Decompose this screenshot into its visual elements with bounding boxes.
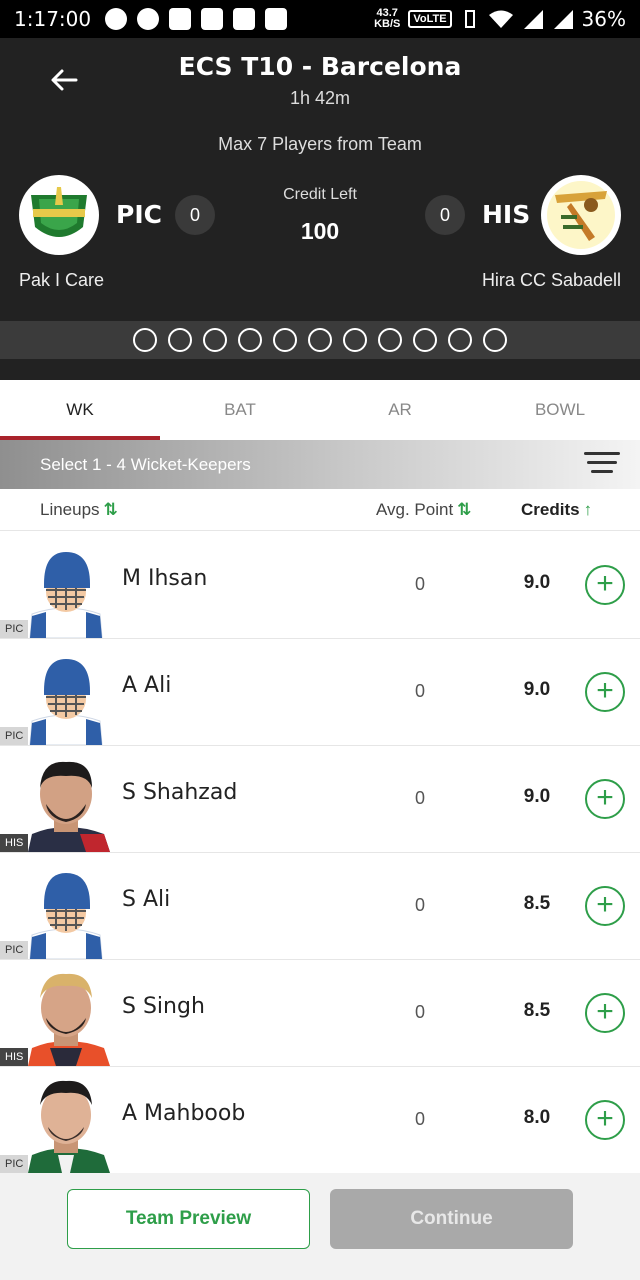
time-left: 1h 42m: [289, 88, 351, 108]
progress-dot: [203, 328, 227, 352]
gallery-icon: [233, 8, 256, 30]
shield-icon: [169, 8, 192, 30]
team-tag: PIC: [0, 1155, 29, 1173]
player-credits: 9.0: [523, 572, 551, 593]
team-right-name: Hira CC Sabadell: [481, 270, 621, 290]
progress-dot: [448, 328, 472, 352]
player-row[interactable]: PIC A Mahboob 0 8.0 +: [0, 1067, 640, 1174]
role-tabs: WK BAT AR BOWL: [0, 380, 640, 440]
match-header: ECS T10 - Barcelona 1h 42m Max 7 Players…: [0, 38, 640, 321]
sort-lineups[interactable]: Lineups ⇅: [40, 500, 118, 520]
player-name: M Ihsan: [122, 566, 208, 591]
tab-bat[interactable]: BAT: [160, 380, 320, 440]
team-tag: HIS: [0, 834, 29, 852]
sort-avg-point[interactable]: Avg. Point ⇅: [376, 500, 471, 520]
add-player-button[interactable]: +: [585, 886, 625, 926]
continue-button[interactable]: Continue: [330, 1189, 573, 1249]
team-tag: HIS: [0, 1048, 29, 1066]
player-row[interactable]: HIS S Shahzad 0 9.0 +: [0, 746, 640, 853]
player-name: A Mahboob: [122, 1101, 246, 1126]
selection-progress: [0, 321, 640, 359]
team-right-count: 0: [425, 195, 465, 235]
wifi-icon: [488, 10, 513, 28]
sort-toggle-icon: ⇅: [457, 500, 472, 519]
progress-dot: [413, 328, 437, 352]
player-row[interactable]: PIC M Ihsan 0 9.0 +: [0, 532, 640, 639]
add-player-button[interactable]: +: [585, 779, 625, 819]
progress-dot: [273, 328, 297, 352]
player-row[interactable]: PIC A Ali 0 9.0 +: [0, 639, 640, 746]
progress-dot: [238, 328, 262, 352]
player-row[interactable]: PIC S Ali 0 8.5 +: [0, 853, 640, 960]
progress-dot: [168, 328, 192, 352]
team-preview-button[interactable]: Team Preview: [67, 1189, 310, 1249]
player-credits: 9.0: [523, 786, 551, 807]
add-player-button[interactable]: +: [585, 672, 625, 712]
player-credits: 8.5: [523, 1000, 551, 1021]
player-avatar: HIS: [0, 968, 112, 1066]
player-avatar: PIC: [0, 1075, 112, 1173]
player-avg-point: 0: [414, 895, 425, 915]
team-left-name: Pak I Care: [19, 270, 105, 290]
bottom-action-bar: Team Preview Continue: [0, 1173, 640, 1280]
selection-hint: Select 1 - 4 Wicket-Keepers: [40, 455, 251, 474]
sort-credits[interactable]: Credits ↑: [521, 500, 592, 520]
tab-wk[interactable]: WK: [0, 380, 160, 440]
player-name: S Ali: [122, 887, 171, 912]
battery-level: 36%: [581, 7, 626, 31]
player-name: S Singh: [122, 994, 205, 1019]
player-avatar: PIC: [0, 647, 112, 745]
signal-icon: [523, 10, 543, 29]
player-avg-point: 0: [414, 681, 425, 701]
player-avatar: PIC: [0, 540, 112, 638]
add-player-button[interactable]: +: [585, 993, 625, 1033]
match-title: ECS T10 - Barcelona: [178, 52, 462, 81]
filter-icon[interactable]: [584, 452, 620, 478]
progress-dot: [308, 328, 332, 352]
player-credits: 9.0: [523, 679, 551, 700]
player-avg-point: 0: [414, 1109, 425, 1129]
status-time: 1:17:00: [14, 7, 92, 31]
progress-dot: [483, 328, 507, 352]
app-f-icon: [137, 8, 160, 30]
sort-toggle-icon: ⇅: [103, 500, 118, 519]
progress-dot: [343, 328, 367, 352]
add-player-button[interactable]: +: [585, 565, 625, 605]
team-right-logo: [541, 175, 621, 255]
network-speed: 43.7 KB/S: [374, 7, 401, 30]
player-credits: 8.5: [523, 893, 551, 914]
tab-ar[interactable]: AR: [320, 380, 480, 440]
signal-icon-2: [553, 10, 573, 29]
max-players-note: Max 7 Players from Team: [218, 134, 422, 154]
player-name: A Ali: [122, 673, 172, 698]
player-avg-point: 0: [414, 574, 425, 594]
sort-up-icon: ↑: [583, 500, 593, 519]
progress-dot: [133, 328, 157, 352]
player-row[interactable]: HIS S Singh 0 8.5 +: [0, 960, 640, 1067]
team-right-code: HIS: [482, 200, 531, 229]
player-avg-point: 0: [414, 788, 425, 808]
team-tag: PIC: [0, 620, 29, 638]
player-avatar: PIC: [0, 861, 112, 959]
volte-badge: VoLTE: [408, 10, 452, 28]
status-bar: 1:17:00 43.7 KB/S VoLTE 36%: [0, 0, 640, 38]
column-header: Lineups ⇅ Avg. Point ⇅ Credits ↑: [0, 489, 640, 531]
team-tag: PIC: [0, 941, 29, 959]
selection-hint-bar: Select 1 - 4 Wicket-Keepers: [0, 440, 640, 489]
vibrate-icon: [464, 10, 475, 28]
player-avg-point: 0: [414, 1002, 425, 1022]
spotify-icon: [105, 8, 128, 30]
player-avatar: HIS: [0, 754, 112, 852]
tab-bowl[interactable]: BOWL: [480, 380, 640, 440]
player-credits: 8.0: [523, 1107, 551, 1128]
header-bottom-spacer: [0, 359, 640, 380]
player-name: S Shahzad: [122, 780, 238, 805]
instagram-icon: [201, 8, 224, 30]
progress-dot: [378, 328, 402, 352]
app-notification-icon: [265, 8, 288, 30]
team-tag: PIC: [0, 727, 29, 745]
add-player-button[interactable]: +: [585, 1100, 625, 1140]
